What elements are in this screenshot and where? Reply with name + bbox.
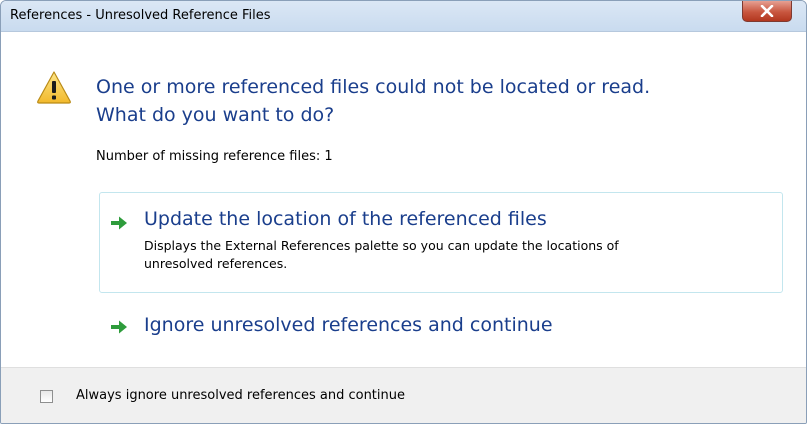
ignore-references-title: Ignore unresolved references and continu… [144,314,553,336]
description-line-2: unresolved references. [144,256,288,271]
warning-icon [37,71,71,104]
window-title: References - Unresolved Reference Files [10,8,271,23]
heading-line-2: What do you want to do? [96,104,335,126]
arrow-right-icon [111,216,127,230]
close-icon [760,5,774,17]
update-location-title: Update the location of the referenced fi… [144,208,547,230]
arrow-right-icon [111,320,127,334]
main-instruction: One or more referenced files could not b… [96,73,650,129]
always-ignore-label[interactable]: Always ignore unresolved references and … [76,388,405,403]
update-location-description: Displays the External References palette… [144,237,744,273]
description-line-1: Displays the External References palette… [144,238,619,253]
heading-line-1: One or more referenced files could not b… [96,76,651,98]
dialog-footer: Always ignore unresolved references and … [1,367,806,423]
dialog-content: One or more referenced files could not b… [1,32,806,367]
dialog-window: References - Unresolved Reference Files … [0,0,807,424]
always-ignore-checkbox[interactable] [40,390,53,403]
close-button[interactable] [742,1,792,22]
ignore-references-option[interactable]: Ignore unresolved references and continu… [99,300,783,348]
missing-files-count: Number of missing reference files: 1 [96,149,333,164]
update-location-option[interactable]: Update the location of the referenced fi… [99,192,783,293]
title-bar[interactable]: References - Unresolved Reference Files [1,1,806,32]
